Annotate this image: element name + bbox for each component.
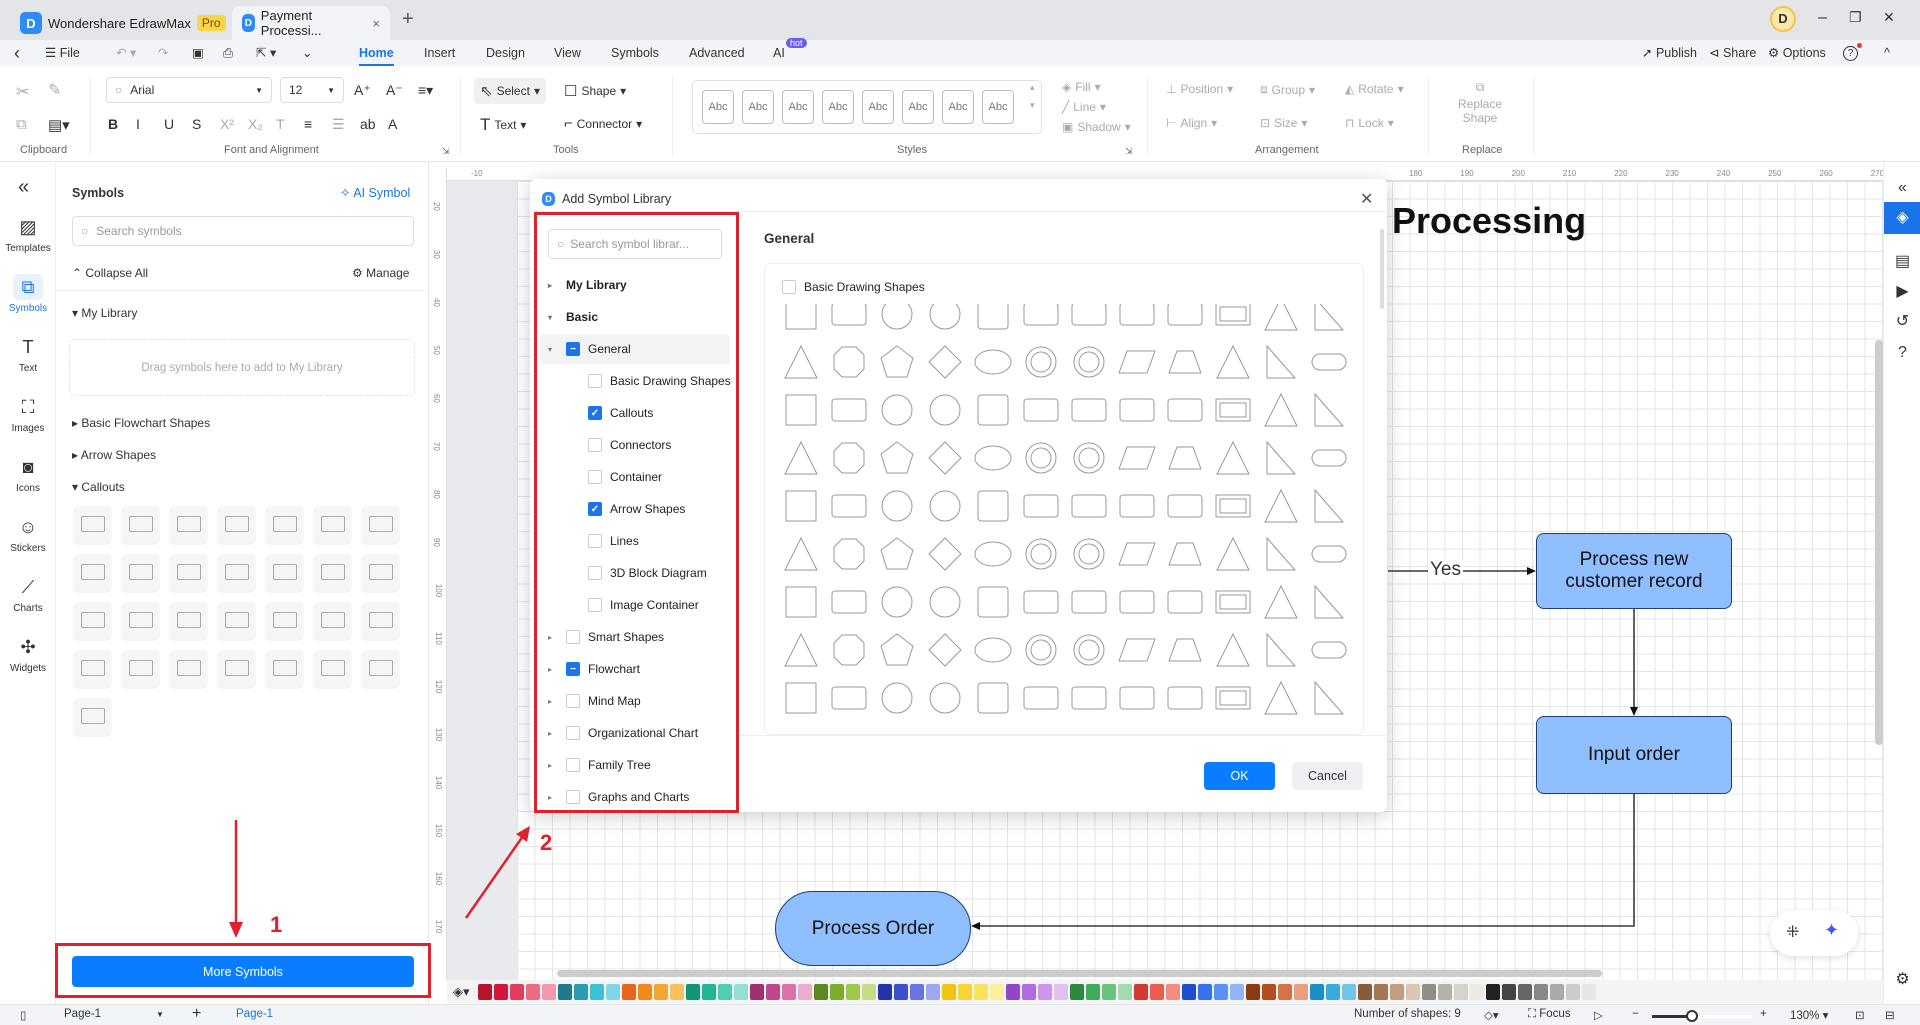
arrow-2-head	[516, 826, 530, 842]
step-2-label: 2	[540, 830, 553, 855]
arrow-1-head	[229, 922, 243, 938]
arrow-2	[464, 835, 525, 919]
annotation-arrows	[229, 820, 530, 938]
step-1-label: 1	[270, 912, 283, 937]
